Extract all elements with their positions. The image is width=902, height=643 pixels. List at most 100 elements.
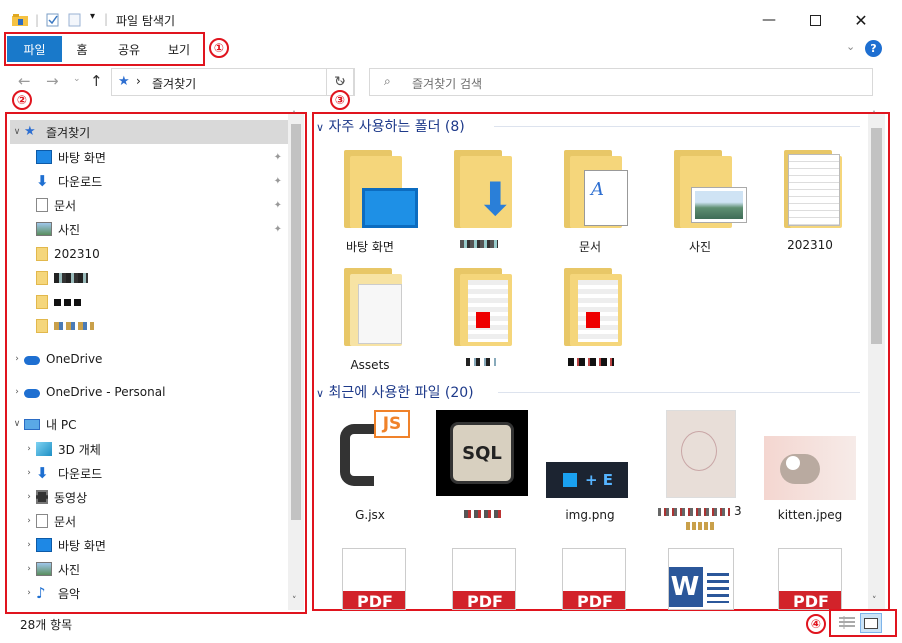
status-item-count: 28개 항목 [20, 618, 73, 632]
folder-tile-desktop[interactable]: 바탕 화면 [322, 148, 418, 258]
chevron-right-icon: › [27, 588, 31, 598]
nav-item-pc-documents[interactable]: › 문서 [10, 509, 288, 533]
help-icon[interactable]: ? [865, 40, 882, 57]
redacted-label [54, 273, 88, 283]
folder-tile-redacted[interactable] [542, 266, 638, 376]
nav-item-favorites[interactable]: ∨ ★ 즐겨찾기 [10, 120, 288, 144]
nav-item-downloads[interactable]: ⬇ 다운로드 ✦ [10, 169, 288, 193]
tile-label: img.png [565, 508, 615, 522]
nav-scrollbar-thumb[interactable] [291, 124, 301, 520]
chevron-down-icon: ∨ [316, 387, 325, 400]
tile-label: 202310 [787, 238, 833, 252]
nav-item-pc-pictures[interactable]: › 사진 [10, 557, 288, 581]
nav-item-this-pc[interactable]: ∨ 내 PC [10, 412, 288, 436]
search-box[interactable]: ⌕ 즐겨찾기 검색 [369, 68, 873, 96]
star-icon: ★ [118, 74, 130, 89]
minimize-button[interactable]: — [746, 6, 792, 34]
file-tile-pdf[interactable]: PDF [562, 548, 626, 610]
maximize-button[interactable] [792, 6, 838, 34]
forward-icon[interactable]: → [46, 72, 59, 90]
file-tile-word[interactable]: W [668, 548, 734, 610]
tab-home[interactable]: 홈 [62, 36, 102, 62]
plus-e-text: + E [584, 471, 614, 489]
folder-tile-202310[interactable]: 202310 [762, 148, 858, 258]
recent-locations-icon[interactable]: ⌄ [73, 74, 81, 84]
nav-item-onedrive-personal[interactable]: › OneDrive - Personal [10, 380, 288, 404]
nav-item-pc-desktop[interactable]: › 바탕 화면 [10, 533, 288, 557]
tab-file[interactable]: 파일 [7, 36, 62, 62]
nav-item-folder-redacted[interactable] [10, 314, 288, 338]
document-icon [36, 514, 48, 528]
nav-label: 다운로드 [58, 174, 103, 189]
file-tile-sql[interactable]: SQL [432, 406, 528, 522]
nav-item-music[interactable]: › ♪ 음악 [10, 581, 288, 605]
nav-item-pc-downloads[interactable]: › ⬇ 다운로드 [10, 461, 288, 485]
close-button[interactable]: ✕ [838, 6, 884, 34]
content-scrollbar-thumb[interactable] [871, 128, 882, 344]
nav-item-3d-objects[interactable]: › 3D 개체 [10, 437, 288, 461]
redacted-label [460, 240, 498, 248]
callout-badge-4: ④ [806, 614, 826, 634]
file-tile-jsx[interactable]: JS G.jsx [322, 406, 418, 522]
folder-icon [36, 295, 48, 309]
folder-tile-pictures[interactable]: 사진 [652, 148, 748, 258]
file-tile-kitten[interactable]: kitten.jpeg [762, 406, 858, 522]
tab-share[interactable]: 공유 [104, 36, 154, 62]
desktop-icon [36, 538, 52, 552]
download-icon: ⬇ [36, 172, 49, 190]
nav-item-documents[interactable]: 문서 ✦ [10, 193, 288, 217]
chevron-down-icon: ∨ [316, 121, 325, 134]
back-icon[interactable]: ← [18, 72, 31, 90]
file-tile-redacted-image[interactable]: 3 [652, 406, 748, 532]
pin-icon: ✦ [273, 175, 282, 187]
expand-ribbon-icon[interactable]: ⌄ [846, 40, 855, 53]
scroll-up-icon[interactable]: ˄ [292, 110, 296, 119]
minimize-icon: — [762, 12, 776, 28]
folder-tile-redacted[interactable] [432, 266, 528, 376]
address-bar[interactable]: ★ › 즐겨찾기 ⌄ [111, 68, 355, 96]
customize-quick-access-icon[interactable]: ▾ [90, 11, 95, 22]
tab-view[interactable]: 보기 [156, 36, 202, 62]
folder-tile-downloads[interactable]: ⬇ [432, 148, 528, 258]
pin-icon: ✦ [273, 223, 282, 235]
nav-item-desktop[interactable]: 바탕 화면 ✦ [10, 145, 288, 169]
redacted-label [658, 508, 730, 516]
folder-tile-documents[interactable]: A 문서 [542, 148, 638, 258]
nav-label: 다운로드 [58, 466, 103, 481]
refresh-icon: ↻ [334, 74, 346, 90]
properties-icon[interactable] [46, 13, 60, 27]
section-recent-files-header[interactable]: ∨ 최근에 사용한 파일 (20) [316, 382, 474, 402]
nav-scrollbar[interactable]: ˄ ˅ [288, 110, 304, 610]
scroll-down-icon[interactable]: ˅ [292, 596, 297, 606]
content-scrollbar[interactable]: ˄ ˅ [868, 110, 885, 610]
large-icons-view-button[interactable] [860, 613, 882, 633]
nav-item-pictures[interactable]: 사진 ✦ [10, 217, 288, 241]
address-location[interactable]: 즐겨찾기 [152, 75, 196, 92]
redacted-label [54, 322, 94, 330]
nav-item-folder-redacted[interactable] [10, 290, 288, 314]
section-frequent-folders-header[interactable]: ∨ 자주 사용하는 폴더 (8) [316, 116, 465, 136]
details-view-icon [839, 616, 855, 629]
file-tile-img-png[interactable]: + E img.png [542, 406, 638, 522]
separator: | [104, 12, 109, 26]
file-tile-pdf[interactable]: PDF [778, 548, 842, 610]
nav-item-onedrive[interactable]: › OneDrive [10, 347, 288, 371]
pictures-icon [36, 222, 52, 236]
file-tile-pdf[interactable]: PDF [452, 548, 516, 610]
chevron-right-icon: › [15, 387, 19, 397]
nav-label: OneDrive [46, 352, 103, 366]
scroll-up-icon[interactable]: ˄ [872, 110, 876, 119]
nav-item-folder-redacted[interactable] [10, 266, 288, 290]
up-icon[interactable]: ↑ [90, 72, 103, 90]
document-icon: A [584, 170, 628, 226]
word-lines [707, 573, 729, 603]
folder-tile-assets[interactable]: Assets [322, 266, 418, 376]
details-view-button[interactable] [838, 615, 856, 631]
nav-item-videos[interactable]: › 동영상 [10, 485, 288, 509]
new-folder-icon[interactable] [68, 13, 82, 27]
folder-icon [36, 247, 48, 261]
nav-item-folder-202310[interactable]: 202310 [10, 242, 288, 266]
file-tile-pdf[interactable]: PDF [342, 548, 406, 610]
scroll-down-icon[interactable]: ˅ [872, 596, 877, 606]
js-file-thumbnail: JS [334, 410, 410, 496]
